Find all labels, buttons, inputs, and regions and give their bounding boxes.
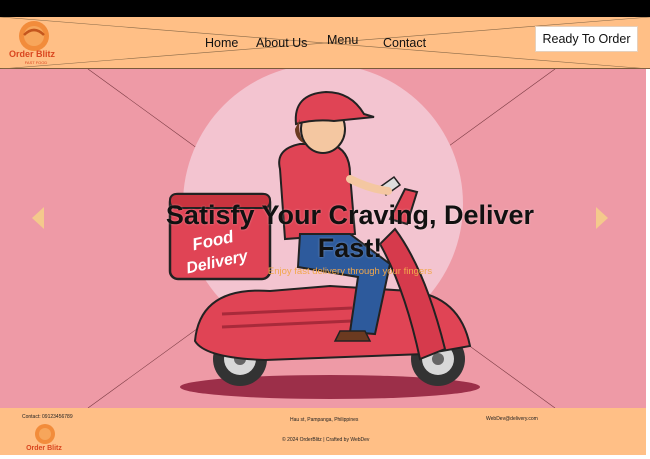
chevron-left-icon[interactable] [32,207,44,229]
site-footer: Contact: 09123456789 Hau st, Pampanga, P… [0,408,646,455]
footer-copyright: © 2024 OrderBlitz | Crafted by WebDev [282,437,370,443]
footer-logo-wordmark: Order Blitz [26,445,62,452]
logo-wordmark: Order Blitz [9,49,56,59]
footer-email-link[interactable]: WebDev@delivery.com [486,416,538,422]
hero-banner: Food Delivery Satisfy Your Craving, Deli… [0,69,646,408]
hero-subline: Enjoy fast delivery through your fingers [267,266,433,277]
nav-about-us[interactable]: About Us [256,36,307,50]
footer-logo[interactable]: Order Blitz [24,422,64,454]
browser-top-bar [0,0,650,17]
ready-to-order-button[interactable]: Ready To Order [535,26,638,52]
nav-menu[interactable]: Menu [327,33,358,47]
site-logo[interactable]: Order Blitz FAST FOOD [6,19,58,65]
nav-home[interactable]: Home [205,36,238,50]
footer-contact: Contact: 09123456789 [22,414,73,420]
nav-contact[interactable]: Contact [383,36,426,50]
logo-tagline: FAST FOOD [25,60,48,65]
chevron-right-icon[interactable] [596,207,608,229]
site-header: Order Blitz FAST FOOD Home About Us Menu… [0,17,650,69]
hero-headline: Satisfy Your Craving, Deliver Fast! [165,200,535,263]
footer-address: Hau st, Pampanga, Philippines [290,417,359,423]
